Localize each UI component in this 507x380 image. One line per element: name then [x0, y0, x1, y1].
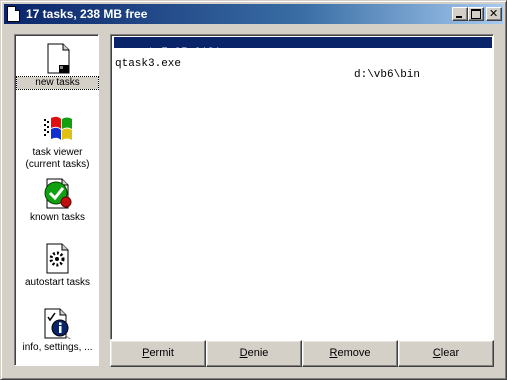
clear-label: lear — [440, 347, 460, 359]
sidebar-item-label-line2: (current tasks) — [25, 159, 90, 170]
new-document-icon — [42, 43, 74, 75]
app-icon[interactable] — [7, 6, 20, 22]
list-item[interactable]: unprot_7.05.0131.exe d:\vb6\bin — [114, 37, 492, 70]
clear-accel: C — [432, 347, 441, 359]
denie-button[interactable]: Denie — [206, 340, 302, 367]
gear-document-icon — [42, 243, 74, 275]
windows-flag-icon — [42, 113, 74, 145]
permit-label: ermit — [149, 347, 174, 359]
maximize-button[interactable] — [468, 7, 484, 21]
title-bar[interactable]: 17 tasks, 238 MB free ✕ — [4, 4, 503, 24]
denie-accel: D — [239, 347, 248, 359]
permit-button[interactable]: Permit — [110, 340, 206, 367]
sidebar-item-label: info, settings, ... — [22, 342, 93, 353]
clear-button[interactable]: Clear — [398, 340, 494, 367]
denie-label: enie — [247, 347, 269, 359]
window-title: 17 tasks, 238 MB free — [26, 7, 148, 21]
task-name: qtask3.exe — [115, 58, 182, 70]
list-item[interactable]: qtask3.exe d:\vb6\bin — [114, 48, 492, 81]
close-icon: ✕ — [489, 7, 499, 20]
close-button[interactable]: ✕ — [486, 7, 502, 21]
checkmark-document-icon — [42, 178, 74, 210]
action-buttons: Permit Denie Remove Clear — [110, 340, 494, 367]
sidebar-item-autostart-tasks[interactable]: autostart tasks — [17, 243, 98, 289]
task-list[interactable]: unprot_7.05.0131.exe d:\vb6\bin qtask3.e… — [110, 34, 494, 340]
sidebar-item-known-tasks[interactable]: known tasks — [17, 178, 98, 224]
sidebar-item-label: new tasks — [16, 76, 99, 90]
main-window: 17 tasks, 238 MB free ✕ new tasks task v… — [0, 0, 507, 380]
sidebar-item-label: autostart tasks — [24, 277, 91, 288]
sidebar-item-task-viewer[interactable]: task viewer (current tasks) — [17, 113, 98, 171]
minimize-button[interactable] — [452, 7, 468, 21]
task-path: d:\vb6\bin — [354, 69, 421, 81]
sidebar-item-label-line1: task viewer — [32, 147, 83, 158]
remove-label: emove — [337, 347, 371, 359]
info-document-icon — [42, 308, 74, 340]
sidebar-item-info-settings[interactable]: info, settings, ... — [17, 308, 98, 354]
remove-button[interactable]: Remove — [302, 340, 398, 367]
sidebar-item-new-tasks[interactable]: new tasks — [16, 43, 99, 90]
sidebar: new tasks task viewer (current tasks) kn… — [14, 34, 99, 366]
sidebar-item-label: known tasks — [29, 212, 86, 223]
